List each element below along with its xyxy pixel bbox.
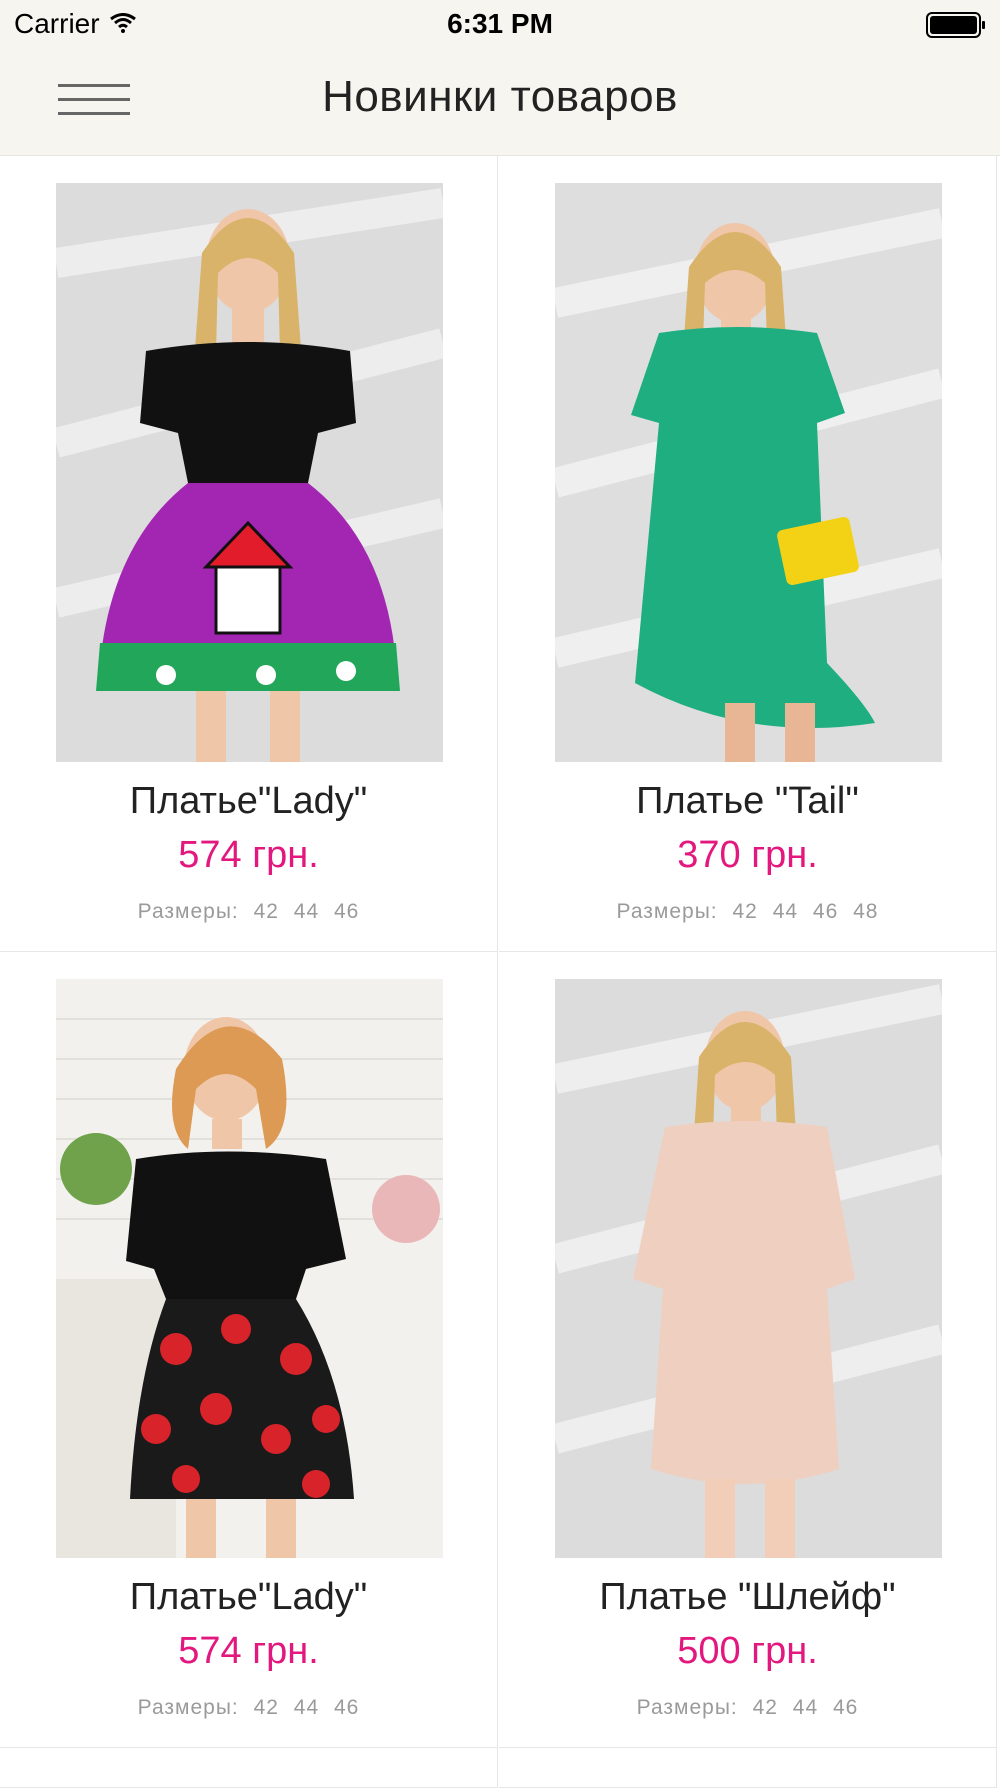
product-name: Платье"Lady" bbox=[129, 780, 368, 822]
product-card[interactable] bbox=[499, 1748, 997, 1788]
product-sizes: Размеры: 42 44 46 bbox=[0, 900, 497, 924]
product-name: Платье "Tail" bbox=[636, 780, 859, 822]
product-price: 574 грн. bbox=[178, 834, 319, 876]
sizes-label: Размеры: bbox=[137, 1696, 239, 1719]
status-bar: Carrier 6:31 PM bbox=[0, 0, 1000, 50]
product-card[interactable]: Платье "Шлейф" 500 грн. Размеры: 42 44 4… bbox=[499, 952, 997, 1748]
product-photo[interactable] bbox=[56, 979, 443, 1558]
size-option: 46 bbox=[812, 900, 839, 923]
product-card[interactable]: Платье"Lady" 574 грн. Размеры: 42 44 46 bbox=[0, 952, 498, 1748]
size-option: 42 bbox=[253, 900, 279, 923]
product-price: 574 грн. bbox=[178, 1630, 319, 1672]
product-card[interactable]: Платье"Lady" 574 грн. Размеры: 42 44 46 bbox=[0, 156, 498, 952]
product-photo[interactable] bbox=[555, 979, 942, 1558]
size-option: 42 bbox=[253, 1696, 279, 1719]
size-option: 46 bbox=[334, 1696, 360, 1719]
product-sizes: Размеры: 42 44 46 48 bbox=[499, 900, 996, 924]
size-option: 44 bbox=[293, 900, 320, 923]
size-option: 42 bbox=[752, 1696, 778, 1719]
status-time: 6:31 PM bbox=[447, 8, 553, 39]
size-option: 46 bbox=[334, 900, 360, 923]
size-option: 42 bbox=[732, 900, 758, 923]
sizes-label: Размеры: bbox=[137, 900, 239, 923]
sizes-label: Размеры: bbox=[636, 1696, 738, 1719]
size-option: 46 bbox=[833, 1696, 859, 1719]
page-title: Новинки товаров bbox=[322, 72, 678, 121]
product-name: Платье "Шлейф" bbox=[599, 1576, 896, 1618]
nav-bar: Новинки товаров bbox=[0, 50, 1000, 156]
product-price: 500 грн. bbox=[677, 1630, 818, 1672]
product-card[interactable] bbox=[0, 1748, 498, 1788]
product-photo[interactable] bbox=[555, 183, 942, 762]
product-photo[interactable] bbox=[56, 183, 443, 762]
size-option: 44 bbox=[293, 1696, 320, 1719]
size-option: 48 bbox=[853, 900, 879, 923]
product-price: 370 грн. bbox=[677, 834, 818, 876]
product-name: Платье"Lady" bbox=[129, 1576, 368, 1618]
product-sizes: Размеры: 42 44 46 bbox=[0, 1696, 497, 1720]
size-option: 44 bbox=[772, 900, 799, 923]
battery-icon bbox=[926, 12, 986, 43]
size-option: 44 bbox=[792, 1696, 819, 1719]
product-card[interactable]: Платье "Tail" 370 грн. Размеры: 42 44 46… bbox=[499, 156, 997, 952]
product-sizes: Размеры: 42 44 46 bbox=[499, 1696, 996, 1720]
sizes-label: Размеры: bbox=[616, 900, 718, 923]
